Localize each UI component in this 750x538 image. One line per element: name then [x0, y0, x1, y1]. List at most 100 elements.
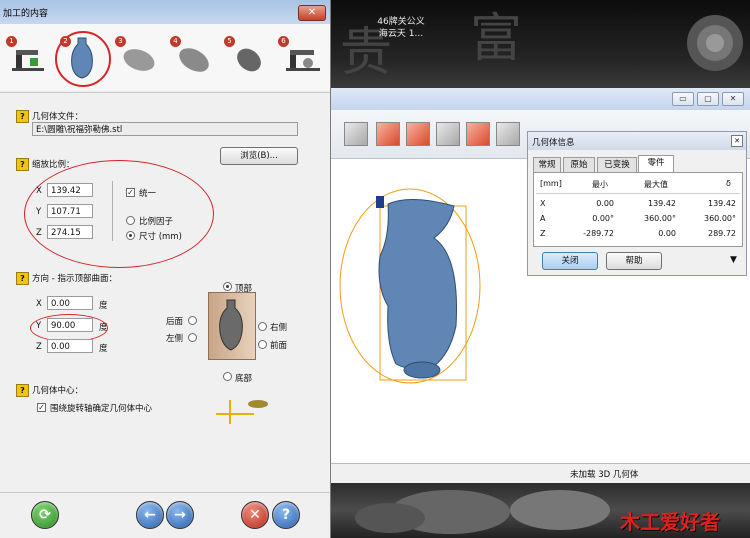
info-close-icon[interactable]: ✕	[731, 135, 743, 147]
scale-x-input[interactable]: 139.42	[47, 183, 93, 197]
help-icon[interactable]: ?	[16, 384, 29, 397]
row-min: 0.00°	[592, 214, 614, 223]
orient-top-label: 顶部	[235, 284, 253, 294]
orient-left-radio[interactable]	[188, 333, 197, 342]
tab-original[interactable]: 原始	[563, 157, 595, 172]
machining-content-dialog: 加工的内容 ✕ 1 2 3 4 5 6 ? 几何体文件： E:\圆雕\祝福弥勒佛…	[0, 0, 331, 538]
view-top-icon[interactable]	[496, 122, 520, 146]
uniform-checkbox[interactable]: ✓	[126, 188, 135, 197]
orient-y-input[interactable]: 90.00	[47, 318, 93, 332]
model-viewport[interactable]	[330, 176, 530, 386]
view-left-icon[interactable]	[406, 122, 430, 146]
orient-bottom-radio[interactable]	[223, 372, 232, 381]
col-unit: [mm]	[540, 179, 562, 188]
orient-bottom-label: 底部	[235, 374, 253, 384]
view-back-icon[interactable]	[436, 122, 460, 146]
info-title: 几何体信息	[532, 138, 575, 148]
orient-z-unit: 度	[99, 344, 108, 354]
minimize-button[interactable]: ▭	[672, 92, 694, 106]
size-radio[interactable]	[126, 231, 135, 240]
tab-part[interactable]: 零件	[638, 155, 674, 173]
orient-right-radio[interactable]	[258, 322, 267, 331]
next-button[interactable]: →	[166, 501, 194, 529]
row-delta: 289.72	[708, 229, 736, 238]
tab-transformed[interactable]: 已变换	[597, 157, 637, 172]
tab-general[interactable]: 常规	[533, 157, 561, 172]
view-cube-icon[interactable]	[344, 122, 368, 146]
col-delta: δ	[726, 179, 731, 188]
divider	[0, 492, 330, 493]
divider	[112, 181, 113, 241]
uniform-label: 统一	[139, 189, 157, 199]
dialog-close-button[interactable]: ✕	[298, 5, 326, 21]
view-front-icon[interactable]	[376, 122, 400, 146]
model-step4-icon[interactable]	[175, 44, 213, 76]
orient-front-label: 前面	[270, 341, 288, 351]
back-button[interactable]: ←	[136, 501, 164, 529]
cancel-button[interactable]: ✕	[241, 501, 269, 529]
orient-x-label: X	[36, 299, 42, 309]
browse-button[interactable]: 浏览(B)...	[220, 147, 298, 165]
machine-output-icon[interactable]	[286, 46, 320, 74]
axis-gizmo-icon	[216, 400, 268, 424]
info-title-bar: 几何体信息 ✕	[528, 132, 746, 150]
reset-button[interactable]: ⟳	[31, 501, 59, 529]
orient-front-radio[interactable]	[258, 340, 267, 349]
size-label: 尺寸 (mm)	[139, 232, 182, 242]
view-right-icon[interactable]	[466, 122, 490, 146]
scale-factor-label: 比例因子	[139, 217, 174, 227]
dialog-title: 加工的内容	[3, 9, 49, 19]
row-min: 0.00	[596, 199, 614, 208]
row-delta: 360.00°	[704, 214, 736, 223]
rotation-axis-marker	[376, 196, 384, 208]
app-close-button[interactable]: ✕	[722, 92, 744, 106]
orient-left-label: 左侧	[166, 334, 184, 344]
model-base	[403, 361, 441, 379]
orient-y-unit: 度	[99, 323, 108, 333]
help-icon[interactable]: ?	[16, 272, 29, 285]
help-icon[interactable]: ?	[16, 110, 29, 123]
orient-back-radio[interactable]	[188, 316, 197, 325]
orientation-label: 方向 - 指示顶部曲面：	[32, 274, 117, 284]
row-axis: Z	[540, 229, 546, 238]
desktop-icon-label-2[interactable]: 海云天 1...	[366, 26, 436, 39]
center-label: 几何体中心：	[32, 386, 84, 396]
orient-x-input[interactable]: 0.00	[47, 296, 93, 310]
vase-icon[interactable]	[68, 36, 96, 80]
dialog-title-bar: 加工的内容 ✕	[0, 0, 330, 24]
orientation-vase-icon	[219, 299, 243, 351]
dropdown-arrow-icon[interactable]: ▼	[730, 255, 737, 265]
maximize-button[interactable]: ▢	[697, 92, 719, 106]
orient-z-label: Z	[36, 342, 42, 352]
desktop-top: 贵 富 46牌关公义 海云天 1...	[330, 0, 750, 88]
rotate-axis-checkbox[interactable]: ✓	[37, 403, 46, 412]
desktop-glyph-2: 富	[470, 9, 523, 69]
row-axis: X	[540, 199, 546, 208]
row-delta: 139.42	[708, 199, 736, 208]
info-close-button[interactable]: 关闭	[542, 252, 598, 270]
orient-y-label: Y	[36, 321, 42, 331]
scale-y-label: Y	[36, 207, 42, 217]
row-max: 360.00°	[644, 214, 676, 223]
model-step5-icon[interactable]	[230, 44, 268, 76]
info-table: [mm] 最小 最大值 δ X 0.00 139.42 139.42 A 0.0…	[533, 172, 743, 247]
scale-factor-radio[interactable]	[126, 216, 135, 225]
row-max: 139.42	[648, 199, 676, 208]
col-min: 最小	[592, 180, 608, 189]
peony-ornament-icon	[687, 15, 743, 71]
info-help-button[interactable]: 帮助	[606, 252, 662, 270]
geometry-file-path: E:\圆雕\祝福弥勒佛.stl	[32, 122, 298, 136]
orient-z-input[interactable]: 0.00	[47, 339, 93, 353]
app-title-bar: ▭ ▢ ✕	[330, 88, 750, 111]
orient-top-radio[interactable]	[223, 282, 232, 291]
help-icon[interactable]: ?	[16, 158, 29, 171]
model-step3-icon[interactable]	[120, 44, 158, 76]
col-max: 最大值	[644, 180, 668, 189]
scale-y-input[interactable]: 107.71	[47, 204, 93, 218]
help-button[interactable]: ?	[272, 501, 300, 529]
row-axis: A	[540, 214, 546, 223]
scale-z-input[interactable]: 274.15	[47, 225, 93, 239]
watermark-logo: 木工爱好者	[620, 510, 720, 534]
orient-back-label: 后面	[166, 317, 184, 327]
machine-icon[interactable]	[12, 46, 44, 74]
